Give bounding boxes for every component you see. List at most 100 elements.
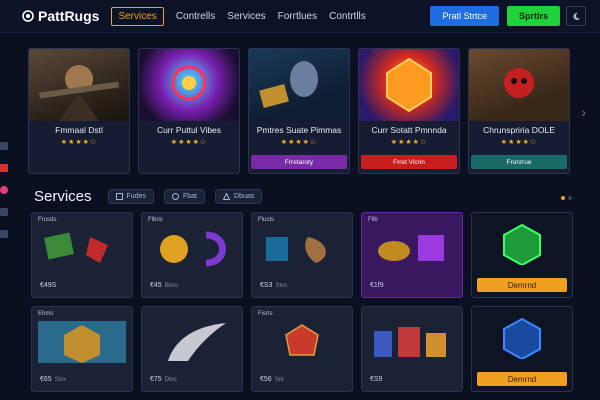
- filter-icon: [115, 193, 123, 200]
- featured-card-art: [359, 49, 459, 121]
- rating-stars: ★★★★☆: [60, 139, 98, 146]
- featured-card-art: [139, 49, 239, 121]
- service-art: [160, 231, 226, 267]
- service-card[interactable]: €S9: [361, 306, 463, 392]
- featured-card-art: [29, 49, 129, 121]
- featured-card[interactable]: Chrunspriria DOLE ★★★★☆ Fronrrue: [468, 48, 570, 174]
- cube-icon: [503, 223, 541, 265]
- side-dock: [0, 142, 10, 292]
- secondary-button[interactable]: Sprtirs: [506, 6, 560, 26]
- featured-card[interactable]: Pmtres Suate Pimmas ★★★★☆ Frretaroty: [248, 48, 350, 174]
- service-price: €75: [150, 376, 162, 383]
- featured-card-title: Pmtres Suate Pimmas: [256, 125, 342, 135]
- service-price-row: €S9: [370, 376, 385, 383]
- filter-chip-label: Dbuas: [234, 193, 255, 200]
- page-dots: [558, 196, 572, 200]
- service-tag: Fllb: [368, 217, 378, 223]
- service-price-row: €65 Slvx: [40, 376, 66, 383]
- filter-chip-label: Fudes: [126, 193, 146, 200]
- rating-stars: ★★★★☆: [500, 139, 538, 146]
- service-art: [378, 235, 444, 261]
- service-card[interactable]: Frusds €49S: [31, 212, 133, 298]
- service-art: [285, 324, 319, 356]
- service-sub: Bbvs: [164, 283, 179, 289]
- service-art: [374, 327, 446, 357]
- app-logo[interactable]: PattRugs: [22, 8, 99, 24]
- service-sub: Dbls: [164, 377, 177, 383]
- services-title: Services: [34, 188, 92, 205]
- service-art: [168, 323, 226, 361]
- services-grid: Frusds €49S Flbris €45 Bbvs Flucts €S3 Stv…: [31, 212, 573, 392]
- service-card[interactable]: Demrnd: [471, 306, 573, 392]
- service-card[interactable]: Flucts €S3 Stvx: [251, 212, 353, 298]
- nav-item-services-active[interactable]: Services: [111, 6, 164, 26]
- dock-icon[interactable]: [0, 186, 8, 194]
- service-tag: Flbris: [148, 217, 163, 223]
- demand-button[interactable]: Demrnd: [477, 278, 567, 292]
- nav-item-contrells[interactable]: Contrells: [176, 11, 215, 22]
- filter-chip[interactable]: Fbat: [164, 189, 206, 204]
- service-art: [266, 237, 326, 263]
- featured-card-art: [469, 49, 569, 121]
- service-card[interactable]: €75 Dbls: [141, 306, 243, 392]
- service-art: [38, 321, 126, 363]
- service-price-row: €S3 Stvx: [260, 282, 287, 289]
- featured-card-title: Curr Puttul Vibes: [156, 125, 222, 135]
- main-nav: Services Contrells Services Forrtlues Co…: [111, 6, 377, 26]
- services-header: Services Fudes Fbat Dbuas: [34, 188, 272, 205]
- top-bar: PattRugs Services Contrells Services For…: [0, 0, 600, 33]
- featured-carousel: Fmmaal Dstl ★★★★☆ Curr Puttul Vibes ★★★★…: [28, 48, 574, 174]
- featured-card-art: [249, 49, 349, 121]
- featured-card-title: Chrunspriria DOLE: [483, 125, 555, 135]
- dock-icon[interactable]: [0, 208, 8, 216]
- service-price-row: €49S: [40, 282, 59, 289]
- featured-card-title: Fmmaal Dstl: [55, 125, 103, 135]
- service-price-row: €1f9: [370, 282, 387, 289]
- demand-button[interactable]: Demrnd: [477, 372, 567, 386]
- filter-chip[interactable]: Dbuas: [215, 189, 263, 204]
- service-price-row: €75 Dbls: [150, 376, 177, 383]
- page-dot[interactable]: [568, 196, 572, 200]
- moon-icon[interactable]: [566, 6, 586, 26]
- service-price: €S3: [260, 282, 273, 289]
- dock-icon[interactable]: [0, 142, 8, 150]
- dock-icon[interactable]: [0, 164, 8, 172]
- service-card[interactable]: Fllb €1f9: [361, 212, 463, 298]
- service-price: €45: [150, 282, 162, 289]
- service-art: [43, 232, 108, 263]
- filter-icon: [172, 193, 179, 200]
- service-price-row: €56 Srk: [260, 376, 284, 383]
- carousel-next-icon[interactable]: ›: [581, 104, 586, 120]
- service-card[interactable]: Demrnd: [471, 212, 573, 298]
- rating-stars: ★★★★☆: [390, 139, 428, 146]
- featured-card[interactable]: Curr Sotatt Pmnnda ★★★★☆ Frret Vicrin: [358, 48, 460, 174]
- featured-card[interactable]: Fmmaal Dstl ★★★★☆: [28, 48, 130, 174]
- page-dot[interactable]: [561, 196, 565, 200]
- filter-chip[interactable]: Fudes: [107, 189, 154, 204]
- featured-badge: Frret Vicrin: [361, 155, 457, 169]
- dock-icon[interactable]: [0, 230, 8, 238]
- service-card[interactable]: Flbris €45 Bbvs: [141, 212, 243, 298]
- service-price: €56: [260, 376, 272, 383]
- service-card[interactable]: Ehms €65 Slvx: [31, 306, 133, 392]
- featured-card[interactable]: Curr Puttul Vibes ★★★★☆: [138, 48, 240, 174]
- nav-item-forrtlues[interactable]: Forrtlues: [278, 11, 317, 22]
- service-card[interactable]: Fisrts €56 Srk: [251, 306, 353, 392]
- service-tag: Frusds: [38, 217, 57, 223]
- service-price: €1f9: [370, 282, 384, 289]
- nav-item-services[interactable]: Services: [227, 11, 265, 22]
- featured-badge: Fronrrue: [471, 155, 567, 169]
- nav-item-contrtlls[interactable]: Contrtlls: [329, 11, 366, 22]
- logo-icon: [22, 10, 34, 22]
- filter-icon: [223, 193, 231, 200]
- filter-chip-label: Fbat: [183, 193, 198, 200]
- service-price-row: €45 Bbvs: [150, 282, 178, 289]
- service-sub: Slvx: [54, 377, 67, 383]
- service-price: €49S: [40, 282, 57, 289]
- rating-stars: ★★★★☆: [280, 139, 318, 146]
- cube-icon: [503, 317, 541, 359]
- primary-button[interactable]: Pratl Strtce: [430, 6, 499, 26]
- service-tag: Ehms: [38, 311, 54, 317]
- service-tag: Fisrts: [258, 311, 273, 317]
- service-sub: Stvx: [275, 283, 288, 289]
